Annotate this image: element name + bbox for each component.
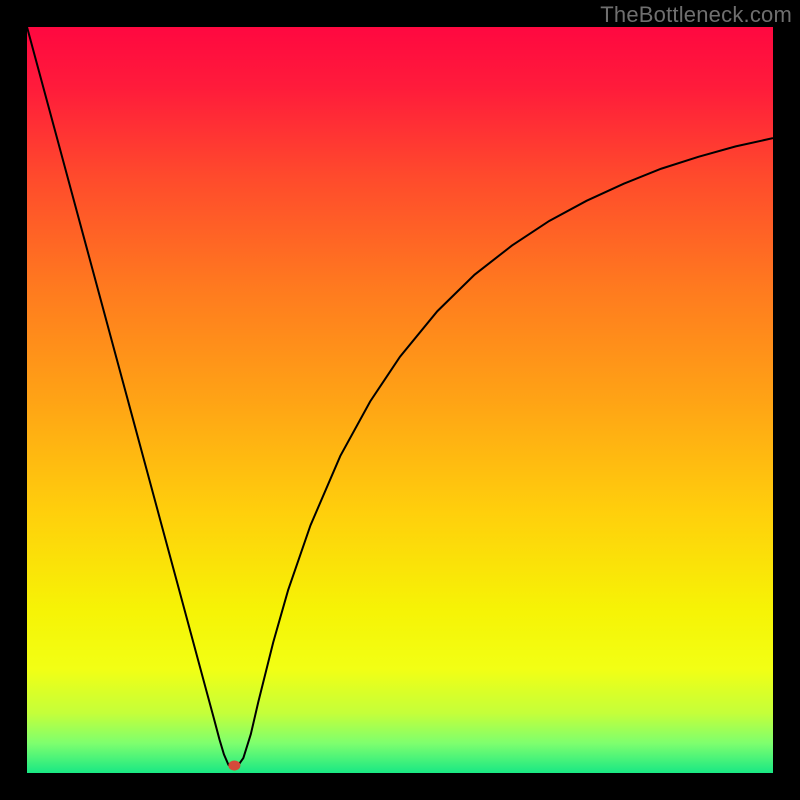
watermark-text: TheBottleneck.com	[600, 2, 792, 28]
optimal-point-marker	[228, 760, 240, 770]
chart-background	[27, 27, 773, 773]
chart-frame	[27, 27, 773, 773]
bottleneck-chart	[27, 27, 773, 773]
